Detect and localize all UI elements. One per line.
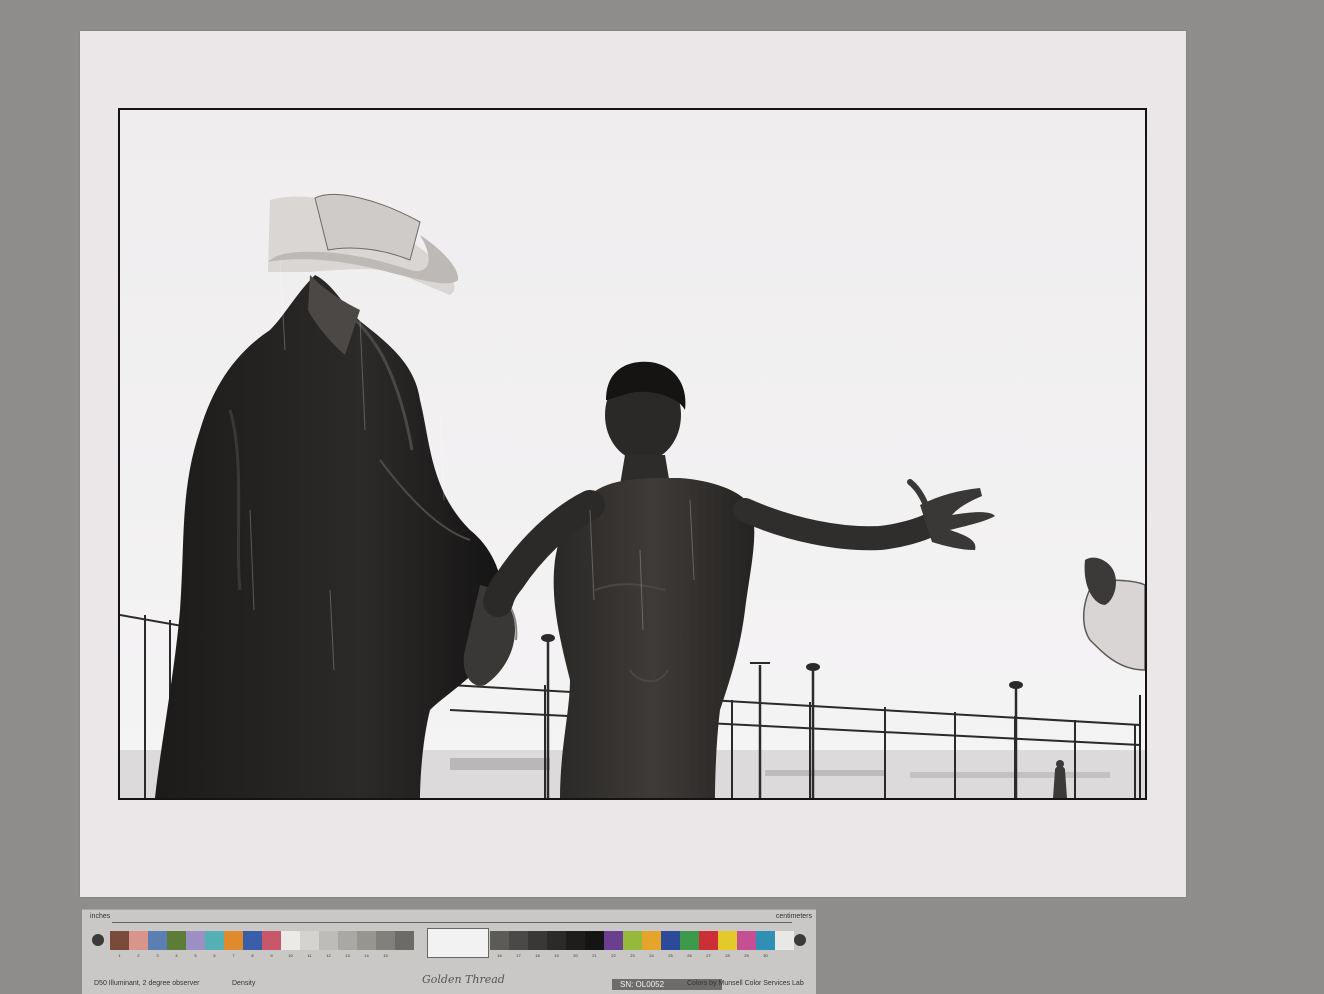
patch-number: 18 (535, 953, 540, 958)
munsell-credit: Colors by Munsell Color Services Lab (687, 980, 804, 987)
patch-number: 4 (175, 953, 178, 958)
patch-number: 3 (156, 953, 159, 958)
illuminant-label: D50 Illuminant, 2 degree observer (94, 980, 200, 987)
patch (129, 931, 148, 950)
mount-hole-left (92, 934, 104, 946)
patch (243, 931, 262, 950)
patch-number: 15 (383, 953, 388, 958)
patch-number: 27 (706, 953, 711, 958)
patch-number: 28 (725, 953, 730, 958)
inches-label: inches (90, 913, 111, 920)
patch-number: 29 (744, 953, 749, 958)
patch-number: 2 (137, 953, 140, 958)
patch-number: 5 (194, 953, 197, 958)
patch (167, 931, 186, 950)
patch (224, 931, 243, 950)
patch (186, 931, 205, 950)
patch (205, 931, 224, 950)
patch-number: 21 (592, 953, 597, 958)
patch (547, 931, 566, 950)
patch (357, 931, 376, 950)
patch (642, 931, 661, 950)
patch (756, 931, 775, 950)
patch (585, 931, 604, 950)
patch (319, 931, 338, 950)
patch-numbers-left: 1 2 3 4 5 6 7 8 9 10 11 12 13 14 15 (110, 953, 395, 969)
patch (604, 931, 623, 950)
patch-number: 8 (251, 953, 254, 958)
patch (566, 931, 585, 950)
patch-number: 26 (687, 953, 692, 958)
patch-number: 1 (118, 953, 121, 958)
patch (775, 931, 794, 950)
color-patches-left (110, 931, 414, 950)
patch (661, 931, 680, 950)
patch-number: 24 (649, 953, 654, 958)
patch-number: 25 (668, 953, 673, 958)
patch (110, 931, 129, 950)
grayscale-card (427, 928, 489, 958)
patch-number: 12 (326, 953, 331, 958)
patch-number: 20 (573, 953, 578, 958)
patch-number: 10 (288, 953, 293, 958)
patch-number: 19 (554, 953, 559, 958)
patch (737, 931, 756, 950)
patch-number: 7 (232, 953, 235, 958)
patch (718, 931, 737, 950)
patch (623, 931, 642, 950)
patch (509, 931, 528, 950)
patch-number: 16 (497, 953, 502, 958)
patch-number: 30 (763, 953, 768, 958)
patch (680, 931, 699, 950)
patch-number: 22 (611, 953, 616, 958)
photograph (118, 108, 1147, 800)
density-label: Density (232, 980, 256, 987)
patch-number: 17 (516, 953, 521, 958)
patch (338, 931, 357, 950)
patch (376, 931, 395, 950)
patch (395, 931, 414, 950)
patch (148, 931, 167, 950)
patch-number: 14 (364, 953, 369, 958)
color-patches-right (490, 931, 794, 950)
patch (699, 931, 718, 950)
patch-number: 23 (630, 953, 635, 958)
color-calibration-target: inches centimeters 1 2 3 4 5 6 7 8 9 10 … (82, 909, 816, 994)
patch-number: 11 (307, 953, 312, 958)
distant-figure (1053, 766, 1067, 798)
patch (490, 931, 509, 950)
patch (262, 931, 281, 950)
photo-scene (120, 110, 1145, 798)
ruler-scale (112, 914, 792, 923)
patch (281, 931, 300, 950)
patch-number: 13 (345, 953, 350, 958)
mount-hole-right (794, 934, 806, 946)
patch (528, 931, 547, 950)
brand-label: Golden Thread (422, 973, 505, 986)
distant-vehicle (450, 758, 550, 770)
patch-numbers-right: 16 17 18 19 20 21 22 23 24 25 26 27 28 2… (490, 953, 775, 969)
patch (300, 931, 319, 950)
patch-number: 6 (213, 953, 216, 958)
patch-number: 9 (270, 953, 273, 958)
